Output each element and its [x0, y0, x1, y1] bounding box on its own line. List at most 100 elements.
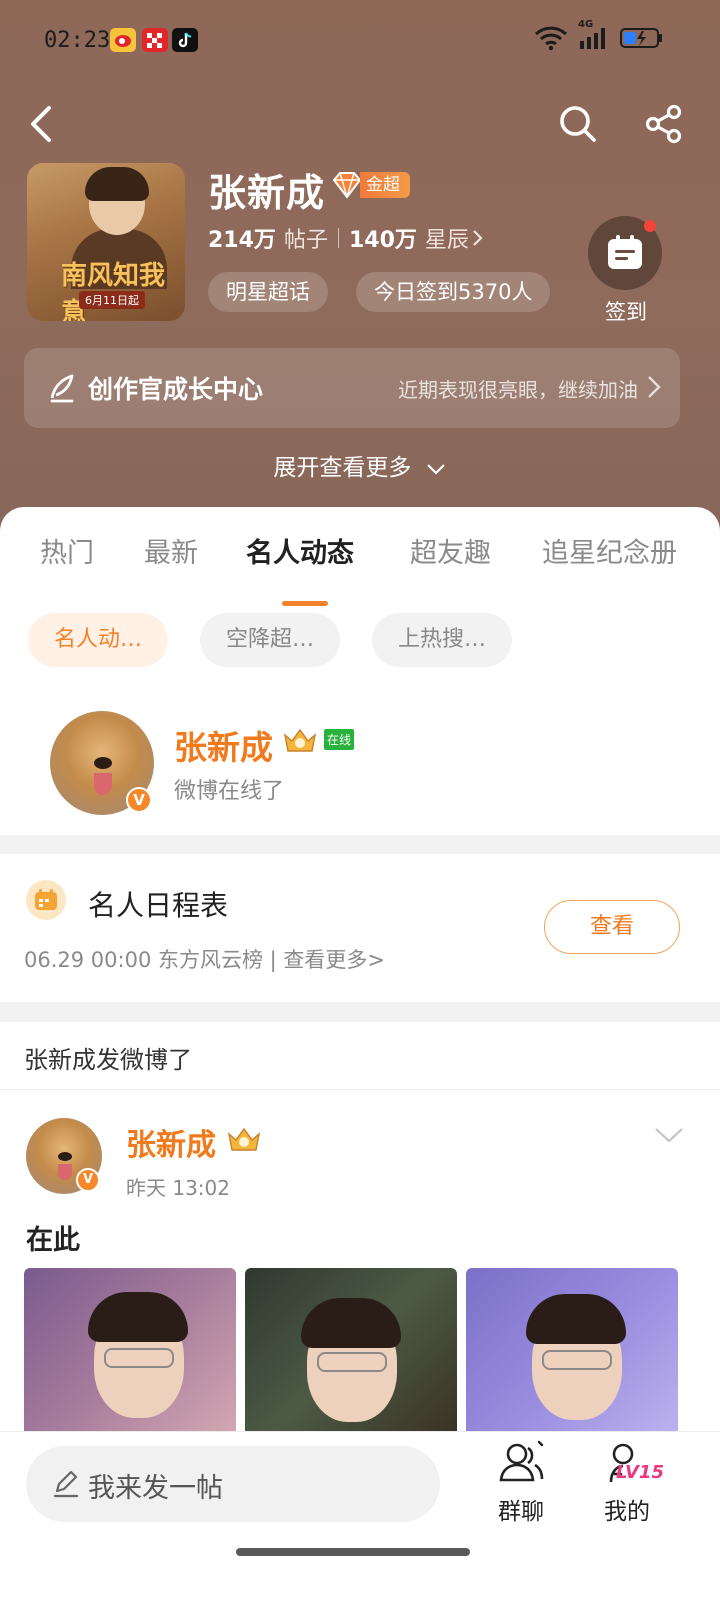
dog-tongue: [58, 1164, 72, 1180]
active-tab-indicator: [282, 601, 328, 606]
group-chat-label: 群聊: [498, 1499, 544, 1525]
status-time: 02:23: [44, 28, 111, 53]
posts-count: 214万: [208, 228, 276, 253]
expand-more-label: 展开查看更多: [273, 455, 412, 481]
notification-dot: [644, 220, 656, 232]
gold-super-badge[interactable]: 金超: [330, 170, 410, 200]
content-panel: 热门 最新 名人动态 超友趣 追星纪念册 名人动… 空降超… 上热搜… V 张新…: [0, 507, 720, 835]
chevron-right-icon: [473, 230, 483, 246]
compose-post-input[interactable]: 我来发一帖: [26, 1446, 440, 1522]
calendar-icon: [608, 235, 642, 269]
post-text: 在此: [26, 1225, 80, 1256]
checkin-circle: [588, 216, 662, 290]
celebrity-avatar[interactable]: V: [50, 711, 154, 815]
checker-app-icon: [142, 28, 168, 52]
filter-airdrop[interactable]: 空降超…: [200, 613, 341, 667]
tab-star-album[interactable]: 追星纪念册: [542, 531, 677, 570]
stars-count: 140万: [348, 228, 417, 253]
photo-hair: [301, 1298, 401, 1348]
group-chat-icon: [499, 1440, 544, 1482]
chevron-down-icon: [655, 1128, 683, 1143]
schedule-title: 名人日程表: [88, 889, 229, 922]
verified-badge-icon: V: [76, 1168, 100, 1192]
expand-more-button[interactable]: 展开查看更多: [0, 448, 720, 482]
feed-header: 张新成发微博了: [24, 1046, 192, 1074]
online-status-text: 微博在线了: [174, 779, 285, 804]
verified-badge-icon: V: [126, 787, 152, 813]
view-schedule-button[interactable]: 查看: [544, 900, 680, 954]
home-indicator[interactable]: [236, 1548, 470, 1556]
gold-super-label: 金超: [360, 172, 410, 198]
tab-latest[interactable]: 最新: [144, 531, 198, 570]
posts-unit: 帖子: [283, 228, 328, 253]
creator-growth-center[interactable]: 创作官成长中心 近期表现很亮眼，继续加油: [24, 348, 680, 428]
chip-checkin-count[interactable]: 今日签到5370人: [356, 272, 551, 312]
chevron-down-icon: [426, 463, 445, 475]
post-more-button[interactable]: [654, 1126, 684, 1148]
search-icon: [560, 106, 596, 142]
dog-tongue: [94, 773, 112, 795]
avatar-figure-hair: [85, 167, 149, 201]
poster-title: 南风知我意: [61, 261, 166, 321]
checkin-label: 签到: [605, 300, 647, 324]
tab-hot[interactable]: 热门: [40, 531, 94, 570]
stats-divider: [337, 228, 339, 248]
battery-icon: [620, 26, 664, 54]
tab-fan-fun[interactable]: 超友趣: [410, 531, 491, 570]
crown-icon: [283, 728, 317, 752]
post-photo-2[interactable]: [245, 1268, 457, 1438]
feed-divider: [0, 1089, 720, 1090]
stars-link[interactable]: 140万 星辰: [349, 222, 485, 254]
creator-quill-icon: [50, 374, 74, 403]
pen-icon: [53, 1470, 79, 1498]
post-timestamp: 昨天 13:02: [126, 1176, 230, 1200]
schedule-icon: [26, 880, 66, 920]
bottom-action-bar: 我来发一帖 群聊 我的 LV15: [0, 1431, 720, 1604]
tiktok-app-icon: [172, 28, 198, 52]
tab-celebrity-updates[interactable]: 名人动态: [246, 531, 354, 570]
wifi-icon: [534, 25, 568, 55]
filter-celebrity-updates[interactable]: 名人动…: [28, 613, 169, 667]
share-button[interactable]: [642, 102, 686, 146]
dog-nose: [94, 757, 112, 769]
crown-icon: [227, 1127, 261, 1151]
photo-glasses: [542, 1350, 612, 1370]
post-photo-3[interactable]: [466, 1268, 678, 1438]
group-chat-button[interactable]: 群聊: [476, 1440, 566, 1526]
creator-center-hint: 近期表现很亮眼，继续加油: [398, 378, 638, 402]
chevron-left-icon: [31, 106, 51, 142]
post-author-avatar[interactable]: V: [26, 1118, 102, 1194]
chip-celebrity-topic[interactable]: 明星超话: [208, 272, 328, 312]
photo-hair: [88, 1292, 188, 1342]
celebrity-schedule-card: 名人日程表 06.29 00:00 东方风云榜 | 查看更多> 查看: [0, 854, 720, 1002]
network-type-label: 4G: [578, 19, 594, 30]
schedule-meta[interactable]: 06.29 00:00 东方风云榜 | 查看更多>: [24, 944, 385, 974]
search-button[interactable]: [556, 102, 600, 146]
chevron-right-icon: [648, 376, 661, 398]
cellular-signal-icon: 4G: [578, 19, 610, 55]
back-button[interactable]: [20, 102, 64, 146]
topic-name: 张新成: [208, 171, 326, 215]
creator-center-title: 创作官成长中心: [88, 375, 264, 404]
mine-label: 我的: [604, 1499, 650, 1525]
compose-placeholder: 我来发一帖: [88, 1473, 223, 1504]
filter-trending[interactable]: 上热搜…: [372, 613, 513, 667]
system-icons: 4G: [534, 19, 664, 56]
post-photo-1[interactable]: [24, 1268, 236, 1438]
stars-unit: 星辰: [424, 228, 469, 253]
topic-avatar[interactable]: 南风知我意 6月11日起: [27, 163, 185, 321]
share-icon: [645, 104, 682, 144]
mine-button[interactable]: 我的: [582, 1440, 672, 1526]
diamond-icon: [332, 172, 362, 199]
photo-hair: [526, 1294, 626, 1344]
post-author-name[interactable]: 张新成: [126, 1120, 216, 1164]
checkin-button[interactable]: 签到: [588, 216, 664, 326]
dog-nose: [58, 1152, 72, 1161]
photo-glasses: [104, 1348, 174, 1368]
status-bar: 02:23 4G: [0, 0, 720, 84]
photo-glasses: [317, 1352, 387, 1372]
poster-date: 6月11日起: [79, 291, 145, 309]
topic-stats: 214万 帖子 140万 星辰: [208, 222, 485, 254]
celebrity-name[interactable]: 张新成: [174, 721, 273, 769]
weibo-app-icon: [110, 28, 136, 52]
